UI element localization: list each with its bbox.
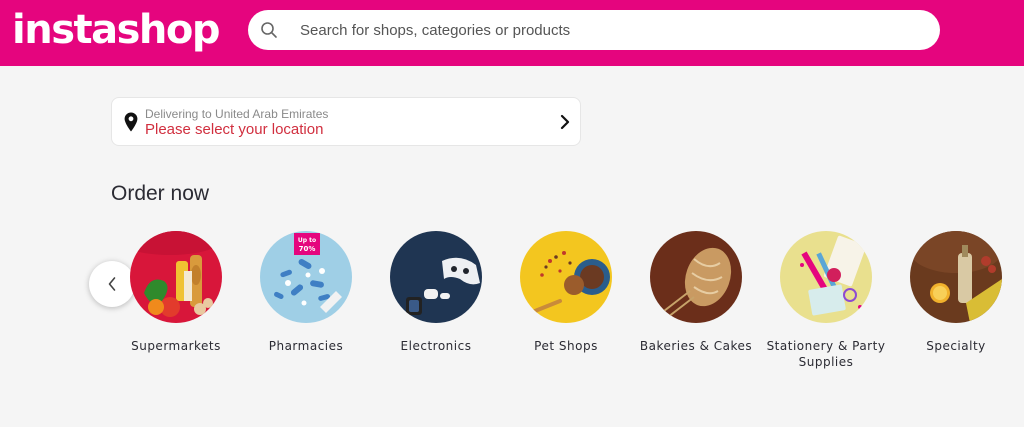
- category-label: Specialty: [926, 339, 986, 353]
- category-label: Pharmacies: [268, 339, 344, 353]
- stationery-party-supplies-image: [780, 231, 872, 323]
- category-label: Supermarkets: [131, 339, 221, 353]
- order-now-heading: Order now: [111, 182, 210, 205]
- category-label: Stationery & Party Supplies: [766, 339, 886, 369]
- delivering-to-label: Delivering to United Arab Emirates: [145, 107, 329, 121]
- category-label: Bakeries & Cakes: [639, 339, 753, 353]
- category-label: Pet Shops: [534, 339, 598, 353]
- map-pin-icon: [124, 112, 138, 132]
- pet-shops-image: [520, 231, 612, 323]
- pharmacies-image: Up to 70%: [260, 231, 352, 323]
- specialty-image: [910, 231, 1002, 323]
- select-location-prompt[interactable]: Please select your location: [145, 121, 323, 138]
- category-label: Electronics: [400, 339, 472, 353]
- instashop-logo[interactable]: instashop: [12, 6, 221, 54]
- category-supermarkets[interactable]: Supermarkets: [111, 231, 241, 354]
- supermarkets-image: [130, 231, 222, 323]
- search-input[interactable]: [300, 10, 900, 50]
- electronics-image: [390, 231, 482, 323]
- discount-badge-line2: 70%: [299, 245, 316, 253]
- category-bakeries-cakes[interactable]: Bakeries & Cakes: [631, 231, 761, 354]
- top-header: instashop: [0, 0, 1024, 66]
- discount-badge-line1: Up to: [298, 237, 316, 244]
- category-pet-shops[interactable]: Pet Shops: [501, 231, 631, 354]
- category-stationery-party-supplies[interactable]: Stationery & Party Supplies: [761, 231, 891, 370]
- chevron-right-icon: [560, 114, 570, 130]
- category-electronics[interactable]: Electronics: [371, 231, 501, 354]
- location-selector[interactable]: Delivering to United Arab Emirates Pleas…: [111, 97, 581, 146]
- search-bar[interactable]: [248, 10, 940, 50]
- bakeries-cakes-image: [650, 231, 742, 323]
- category-specialty[interactable]: Specialty: [891, 231, 1021, 354]
- search-icon: [261, 22, 277, 38]
- category-pharmacies[interactable]: Up to 70% Pharmacies: [241, 231, 371, 354]
